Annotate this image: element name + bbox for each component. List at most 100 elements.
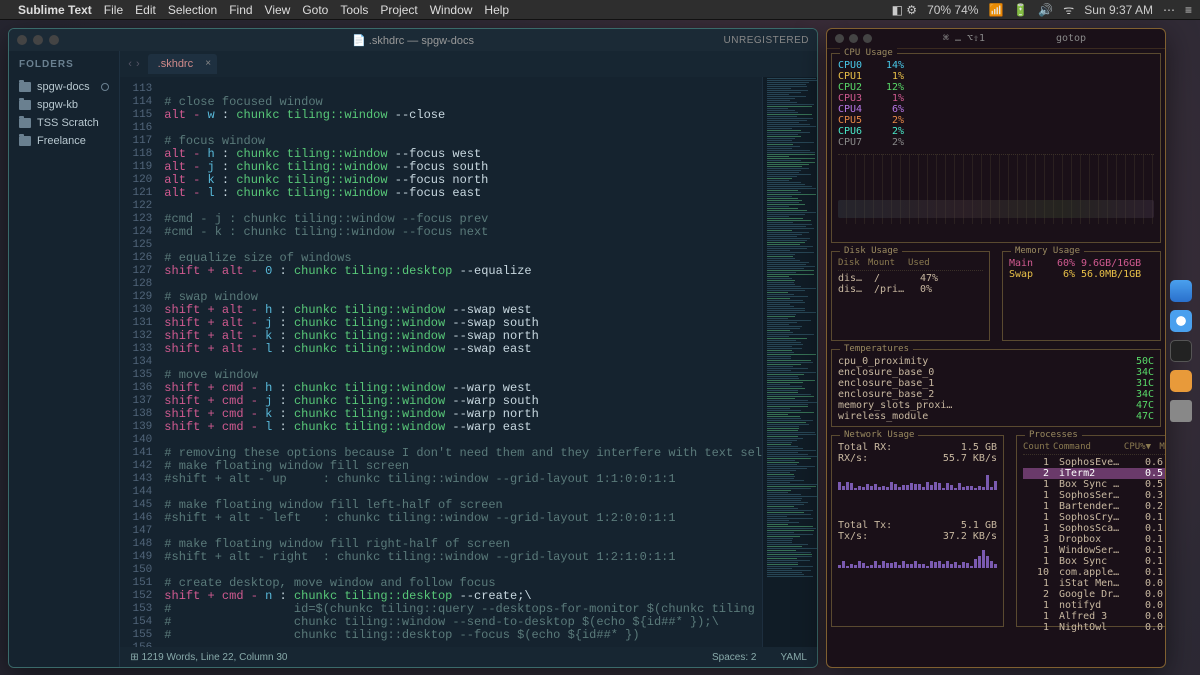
- process-row[interactable]: 1iStat Men…0.00.4: [1023, 578, 1166, 589]
- menu-selection[interactable]: Selection: [168, 3, 217, 17]
- zoom-icon[interactable]: [49, 35, 59, 45]
- cpu-panel: CPU Usage CPU014%CPU11%CPU212%CPU31%CPU4…: [831, 53, 1161, 243]
- status-language[interactable]: YAML: [781, 652, 808, 663]
- cpu-row: CPU62%: [838, 126, 1154, 137]
- process-row[interactable]: 1SophosEve…0.62.7: [1023, 457, 1166, 468]
- menu-window[interactable]: Window: [430, 3, 473, 17]
- app-name[interactable]: Sublime Text: [18, 3, 92, 17]
- spotlight-icon[interactable]: ⋯: [1163, 3, 1175, 17]
- editor[interactable]: 1131141151161171181191201211221231241251…: [120, 77, 817, 647]
- temperatures-panel: Temperatures cpu_0_proximity50Cenclosure…: [831, 349, 1161, 427]
- temp-row: memory_slots_proxi…47C: [838, 400, 1154, 411]
- folder-label: spgw-docs: [37, 81, 90, 93]
- minimap[interactable]: [762, 77, 817, 647]
- menu-edit[interactable]: Edit: [135, 3, 156, 17]
- minimize-icon[interactable]: [849, 34, 858, 43]
- network-panel-title: Network Usage: [840, 430, 918, 440]
- nav-fwd-icon[interactable]: ›: [136, 58, 140, 70]
- folder-icon: [19, 100, 31, 110]
- process-row[interactable]: 1SophosSca…0.12.0: [1023, 523, 1166, 534]
- cpu-sparkline: [838, 154, 1154, 224]
- memory-row: Swap6%56.0MB/1GB: [1009, 269, 1154, 280]
- status-bar[interactable]: ⊞ 1219 Words, Line 22, Column 30 Spaces:…: [120, 647, 817, 667]
- clock[interactable]: Sun 9:37 AM: [1084, 3, 1153, 17]
- wifi-icon[interactable]: 📶: [988, 3, 1003, 17]
- zoom-icon[interactable]: [863, 34, 872, 43]
- close-icon[interactable]: [17, 35, 27, 45]
- temp-row: enclosure_base_034C: [838, 367, 1154, 378]
- minimize-icon[interactable]: [33, 35, 43, 45]
- process-row[interactable]: 1Bartender…0.20.2: [1023, 501, 1166, 512]
- traffic-lights[interactable]: [17, 35, 59, 45]
- cpu-row: CPU46%: [838, 104, 1154, 115]
- disk-panel: Disk Usage DiskMountUsed dis…/47%dis…/pr…: [831, 251, 990, 341]
- sidebar[interactable]: FOLDERS spgw-docsspgw-kbTSS ScratchFreel…: [9, 51, 120, 667]
- folder-label: TSS Scratch: [37, 117, 99, 129]
- cpu-row: CPU11%: [838, 71, 1154, 82]
- process-row[interactable]: 1SophosSer…0.30.2: [1023, 490, 1166, 501]
- process-row[interactable]: 1notifyd0.00.0: [1023, 600, 1166, 611]
- process-row[interactable]: 10com.apple…0.17.8: [1023, 567, 1166, 578]
- process-row[interactable]: 1Box Sync0.10.8: [1023, 556, 1166, 567]
- safari-icon[interactable]: [1170, 310, 1192, 332]
- dock[interactable]: [1170, 280, 1194, 422]
- finder-icon[interactable]: [1170, 280, 1192, 302]
- gotop-titlebar[interactable]: ⌘ … ⌥⇧1 gotop: [827, 29, 1165, 49]
- temp-row: wireless_module47C: [838, 411, 1154, 422]
- menu-file[interactable]: File: [104, 3, 123, 17]
- process-row[interactable]: 1Alfred 30.00.6: [1023, 611, 1166, 622]
- wifi-status-icon[interactable]: ᯤ: [1063, 1, 1074, 18]
- tx-bars: [838, 546, 997, 568]
- menu-goto[interactable]: Goto: [302, 3, 328, 17]
- folder-freelance[interactable]: Freelance: [19, 132, 109, 150]
- process-row[interactable]: 2iTerm20.50.8: [1023, 468, 1166, 479]
- process-row[interactable]: 1NightOwl0.00.2: [1023, 622, 1166, 633]
- cpu-row: CPU014%: [838, 60, 1154, 71]
- gotop-shell-hint: ⌘ … ⌥⇧1: [943, 33, 985, 44]
- istat-icon[interactable]: ◧ ⚙: [892, 3, 917, 17]
- processes-panel[interactable]: Processes CountCommandCPU%▼Mem% 1SophosE…: [1016, 435, 1166, 627]
- processes-panel-title: Processes: [1025, 430, 1082, 440]
- battery-icon[interactable]: 🔋: [1013, 3, 1028, 17]
- memory-row: Main60%9.6GB/16GB: [1009, 258, 1154, 269]
- process-row[interactable]: 1SophosCry…0.10.1: [1023, 512, 1166, 523]
- menu-find[interactable]: Find: [229, 3, 252, 17]
- notification-center-icon[interactable]: ≡: [1185, 3, 1192, 17]
- menu-view[interactable]: View: [265, 3, 291, 17]
- temp-row: enclosure_base_131C: [838, 378, 1154, 389]
- close-icon[interactable]: [835, 34, 844, 43]
- code-area[interactable]: # close focused windowalt - w : chunkc t…: [160, 77, 762, 647]
- tab-close-icon[interactable]: ×: [205, 58, 211, 69]
- disk-row: dis…/47%: [838, 273, 983, 284]
- process-row[interactable]: 1WindowSer…0.10.8: [1023, 545, 1166, 556]
- nav-back-icon[interactable]: ‹: [128, 58, 132, 70]
- status-spaces[interactable]: Spaces: 2: [712, 652, 756, 663]
- tab-label: .skhdrc: [158, 58, 193, 70]
- disk-panel-title: Disk Usage: [840, 246, 902, 256]
- volume-icon[interactable]: 🔊: [1038, 3, 1053, 17]
- folder-spgw-kb[interactable]: spgw-kb: [19, 96, 109, 114]
- folder-spgw-docs[interactable]: spgw-docs: [19, 78, 109, 96]
- trash-icon[interactable]: [1170, 400, 1192, 422]
- sublime-titlebar[interactable]: 📄 .skhdrc — spgw-docs UNREGISTERED: [9, 29, 817, 51]
- process-row[interactable]: 3Dropbox0.11.9: [1023, 534, 1166, 545]
- folder-status-icon: [101, 83, 109, 91]
- sublime-icon[interactable]: [1170, 370, 1192, 392]
- process-row[interactable]: 1Box Sync …0.50.0: [1023, 479, 1166, 490]
- tab-bar[interactable]: ‹ › .skhdrc ×: [120, 51, 817, 77]
- folder-icon: [19, 118, 31, 128]
- line-gutter: 1131141151161171181191201211221231241251…: [120, 77, 160, 647]
- terminal-icon[interactable]: [1170, 340, 1192, 362]
- tab-skhdrc[interactable]: .skhdrc ×: [148, 54, 217, 74]
- folder-tss-scratch[interactable]: TSS Scratch: [19, 114, 109, 132]
- menu-project[interactable]: Project: [380, 3, 417, 17]
- cpu-row: CPU72%: [838, 137, 1154, 148]
- status-left: ⊞ 1219 Words, Line 22, Column 30: [130, 652, 287, 663]
- process-row[interactable]: 2Google Dr…0.00.7: [1023, 589, 1166, 600]
- menu-help[interactable]: Help: [484, 3, 509, 17]
- menu-tools[interactable]: Tools: [340, 3, 368, 17]
- disk-row: dis…/pri…0%: [838, 284, 983, 295]
- cpu-row: CPU52%: [838, 115, 1154, 126]
- network-panel: Network Usage Total RX:1.5 GB RX/s:55.7 …: [831, 435, 1004, 627]
- macos-menubar: Sublime Text File Edit Selection Find View Go…: [0, 0, 1200, 20]
